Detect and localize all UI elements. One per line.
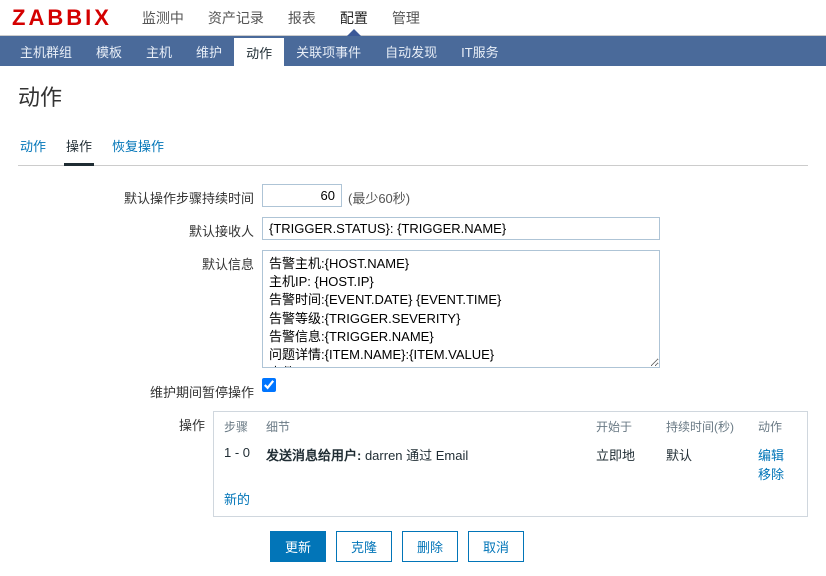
subnav-item[interactable]: 维护 — [184, 36, 234, 66]
page-title: 动作 — [18, 80, 808, 112]
topnav-item[interactable]: 监测中 — [130, 0, 196, 35]
sub-nav: 主机群组模板主机维护动作关联项事件自动发现IT服务 — [0, 36, 826, 66]
pause-checkbox[interactable] — [262, 378, 276, 392]
page-body: 动作 动作操作恢复操作 默认操作步骤持续时间 (最少60秒) 默认接收人 默认信… — [0, 66, 826, 576]
ops-cell-detail: 发送消息给用户: darren 通过 Email — [266, 445, 596, 483]
ops-detail-prefix: 发送消息给用户: — [266, 448, 361, 463]
ops-row: 1 - 0 发送消息给用户: darren 通过 Email 立即地 默认 编辑… — [214, 441, 807, 485]
subnav-item[interactable]: 主机 — [134, 36, 184, 66]
remove-link[interactable]: 移除 — [758, 467, 784, 482]
button-row: 更新 克隆 删除 取消 — [270, 531, 808, 562]
top-bar: ZABBIX 监测中资产记录报表配置管理 — [0, 0, 826, 36]
logo[interactable]: ZABBIX — [12, 5, 112, 31]
tabs: 动作操作恢复操作 — [18, 130, 808, 166]
recipient-input[interactable] — [262, 217, 660, 240]
new-operation-link[interactable]: 新的 — [224, 492, 250, 507]
top-nav: 监测中资产记录报表配置管理 — [130, 0, 432, 35]
subnav-item[interactable]: 主机群组 — [8, 36, 84, 66]
ops-cell-start: 立即地 — [596, 445, 666, 483]
topnav-item[interactable]: 资产记录 — [196, 0, 276, 35]
tab[interactable]: 恢复操作 — [110, 130, 166, 165]
ops-detail-rest: darren 通过 Email — [361, 448, 468, 463]
tab[interactable]: 操作 — [64, 130, 94, 166]
label-pause: 维护期间暂停操作 — [18, 378, 262, 401]
ops-cell-action: 编辑 移除 — [758, 445, 797, 483]
subnav-item[interactable]: 自动发现 — [373, 36, 449, 66]
ops-header-action: 动作 — [758, 418, 797, 435]
duration-input[interactable] — [262, 184, 342, 207]
ops-header-step: 步骤 — [224, 418, 266, 435]
label-ops: 操作 — [18, 411, 213, 517]
topnav-item[interactable]: 配置 — [328, 0, 380, 35]
subnav-item[interactable]: 关联项事件 — [284, 36, 373, 66]
ops-cell-step: 1 - 0 — [224, 445, 266, 483]
ops-header-duration: 持续时间(秒) — [666, 418, 758, 435]
duration-hint: (最少60秒) — [348, 184, 410, 207]
topnav-item[interactable]: 报表 — [276, 0, 328, 35]
cancel-button[interactable]: 取消 — [468, 531, 524, 562]
ops-header-start: 开始于 — [596, 418, 666, 435]
label-message: 默认信息 — [18, 250, 262, 368]
subnav-item[interactable]: 模板 — [84, 36, 134, 66]
ops-header-row: 步骤 细节 开始于 持续时间(秒) 动作 — [214, 412, 807, 441]
tab[interactable]: 动作 — [18, 130, 48, 165]
edit-link[interactable]: 编辑 — [758, 448, 784, 463]
subnav-item[interactable]: 动作 — [234, 36, 284, 66]
topnav-item[interactable]: 管理 — [380, 0, 432, 35]
update-button[interactable]: 更新 — [270, 531, 326, 562]
ops-cell-duration: 默认 — [666, 445, 758, 483]
message-textarea[interactable] — [262, 250, 660, 368]
operations-table: 步骤 细节 开始于 持续时间(秒) 动作 1 - 0 发送消息给用户: darr… — [213, 411, 808, 517]
delete-button[interactable]: 删除 — [402, 531, 458, 562]
label-duration: 默认操作步骤持续时间 — [18, 184, 262, 207]
ops-header-detail: 细节 — [266, 418, 596, 435]
label-recipient: 默认接收人 — [18, 217, 262, 240]
subnav-item[interactable]: IT服务 — [449, 36, 511, 66]
clone-button[interactable]: 克隆 — [336, 531, 392, 562]
